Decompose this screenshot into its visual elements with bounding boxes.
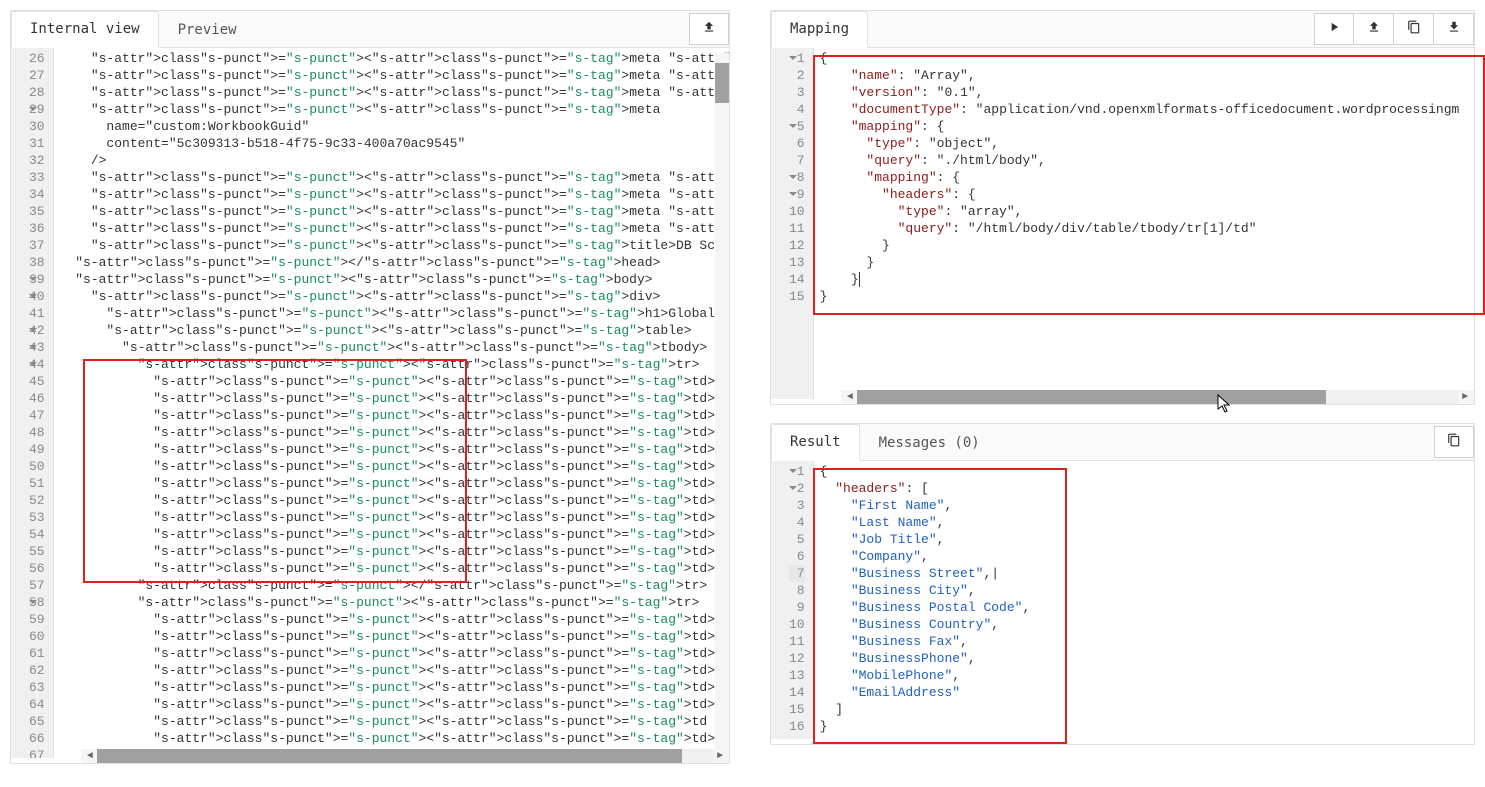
mapping-horizontal-scrollbar[interactable]: ◄ ► xyxy=(841,390,1474,404)
upload-icon xyxy=(1367,20,1381,38)
copy-icon xyxy=(1447,433,1461,451)
mapping-code[interactable]: { "name": "Array", "version": "0.1", "do… xyxy=(814,48,1474,399)
upload-mapping-button[interactable] xyxy=(1354,13,1394,45)
copy-result-button[interactable] xyxy=(1434,426,1474,458)
copy-icon xyxy=(1407,20,1421,38)
play-icon xyxy=(1327,20,1341,38)
result-gutter: 12345678910111213141516 xyxy=(771,461,814,739)
scroll-right-icon[interactable]: ► xyxy=(713,751,727,762)
tab-messages[interactable]: Messages (0) xyxy=(860,425,999,460)
result-tabs: Result Messages (0) xyxy=(771,424,1474,461)
scroll-right-icon[interactable]: ► xyxy=(1458,392,1472,403)
mapping-gutter: 123456789101112131415 xyxy=(771,48,814,399)
source-gutter: 2627282930313233343536373839404142434445… xyxy=(11,48,54,758)
upload-button[interactable] xyxy=(689,13,729,45)
download-icon xyxy=(1447,20,1461,38)
mapping-tabs: Mapping xyxy=(771,11,1474,48)
download-mapping-button[interactable] xyxy=(1434,13,1474,45)
source-vertical-scrollbar[interactable] xyxy=(715,53,729,749)
upload-icon xyxy=(702,20,716,38)
source-panel: Internal view Preview 262728293031323334… xyxy=(10,10,730,764)
tab-mapping[interactable]: Mapping xyxy=(771,11,868,48)
result-editor[interactable]: 12345678910111213141516 { "headers": [ "… xyxy=(771,461,1474,739)
mapping-panel: Mapping 123456789101112131415 { "name": … xyxy=(770,10,1475,405)
scroll-left-icon[interactable]: ◄ xyxy=(843,392,857,403)
tab-preview[interactable]: Preview xyxy=(159,12,256,47)
source-code[interactable]: "s-attr">class"s-punct">="s-punct"><"s-a… xyxy=(54,48,729,758)
source-horizontal-scrollbar[interactable]: ◄ ► xyxy=(81,749,729,763)
tab-result[interactable]: Result xyxy=(771,424,860,461)
source-tabs: Internal view Preview xyxy=(11,11,729,48)
source-editor[interactable]: 2627282930313233343536373839404142434445… xyxy=(11,48,729,758)
mapping-editor[interactable]: 123456789101112131415 { "name": "Array",… xyxy=(771,48,1474,399)
scroll-left-icon[interactable]: ◄ xyxy=(83,751,97,762)
result-panel: Result Messages (0) 12345678910111213141… xyxy=(770,423,1475,745)
result-code[interactable]: { "headers": [ "First Name", "Last Name"… xyxy=(814,461,1474,739)
run-button[interactable] xyxy=(1314,13,1354,45)
copy-mapping-button[interactable] xyxy=(1394,13,1434,45)
tab-internal-view[interactable]: Internal view xyxy=(11,11,159,48)
